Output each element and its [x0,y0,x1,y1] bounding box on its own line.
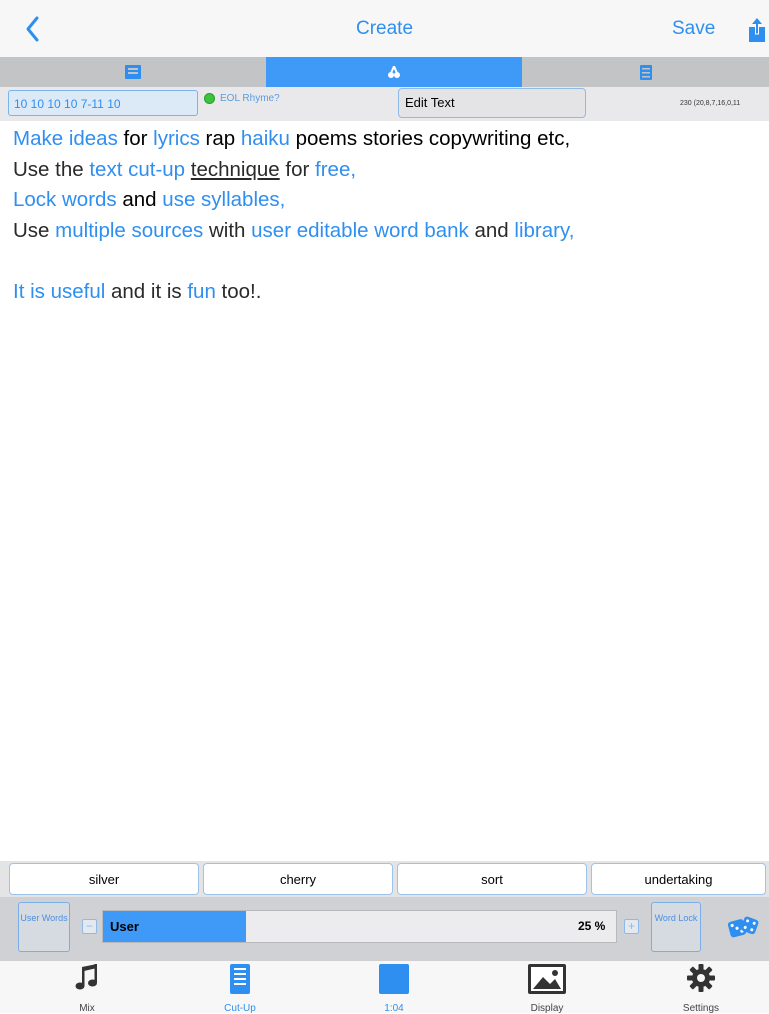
tab-display[interactable]: Display [487,960,607,1014]
syllable-counts: 230 (20,8,7,16,0,11 [680,100,741,107]
text-segment[interactable]: lyrics [153,127,200,150]
text-segment[interactable]: for [280,158,315,181]
toggle-dot-icon [204,93,215,104]
share-button[interactable] [748,18,766,44]
page-title: Create [355,18,414,39]
text-segment[interactable]: technique [191,158,280,181]
increase-button[interactable]: + [624,919,639,934]
slider-label: User [110,919,139,934]
music-note-icon [75,964,97,990]
text-segment[interactable]: multiple sources [55,219,203,242]
square-icon [379,964,409,994]
share-icon [749,18,765,42]
tab-timer[interactable]: 1:04 [334,960,454,1014]
mode-segmented-control [0,57,769,87]
text-segment[interactable]: haiku [241,127,290,150]
word-bank-item[interactable]: cherry [203,863,393,895]
text-segment[interactable]: Use [13,219,55,242]
word-bank-item[interactable]: sort [397,863,587,895]
text-line: It is useful and it is fun too!. [13,277,763,308]
text-segment[interactable]: and it is [105,280,187,303]
text-segment[interactable]: free, [315,158,356,181]
gear-icon [687,964,715,992]
save-button[interactable]: Save [672,18,715,40]
text-segment[interactable]: fun [187,280,216,303]
text-line: Lock words and use syllables, [13,185,763,216]
text-segment[interactable]: rap [200,127,241,150]
text-segment[interactable]: user editable word bank [251,219,469,242]
eol-rhyme-toggle[interactable]: EOL Rhyme? [204,93,280,104]
text-line: Use multiple sources with user editable … [13,216,763,277]
segment-list[interactable] [522,57,769,87]
segment-card[interactable] [0,57,266,87]
word-lock-button[interactable]: Word Lock [651,902,701,952]
dice-icon [727,916,759,938]
tab-settings[interactable]: Settings [641,960,761,1014]
user-words-button[interactable]: User Words [18,902,70,952]
tab-label: 1:04 [384,1003,404,1014]
tab-label: Display [530,1003,564,1014]
edit-text-button[interactable]: Edit Text [398,88,586,118]
scissors-icon [388,66,400,78]
text-segment[interactable]: use syllables, [162,188,285,211]
image-icon [528,964,566,994]
randomize-button[interactable] [726,908,760,942]
tab-cut-up[interactable]: Cut-Up [180,960,300,1014]
text-segment[interactable]: Lock words [13,188,117,211]
syllable-pattern-field[interactable]: 10 10 10 10 7-11 10 [8,90,198,116]
tab-label: Settings [682,1003,720,1014]
text-segment[interactable]: too!. [216,280,262,303]
text-segment[interactable]: and [469,219,515,242]
text-segment[interactable]: Use the [13,158,89,181]
slider-percent: 25 % [578,919,606,933]
tab-label: Mix [79,1003,95,1014]
document-icon [230,964,250,994]
text-segment[interactable]: Make ideas [13,127,118,150]
text-segment[interactable]: library, [514,219,574,242]
text-line: Use the text cut-up technique for free, [13,155,763,186]
list-icon [639,64,652,80]
eol-rhyme-label: EOL Rhyme? [220,93,280,104]
text-editor[interactable]: Make ideas for lyrics rap haiku poems st… [13,124,763,307]
text-segment[interactable]: text cut-up [89,158,185,181]
tab-mix[interactable]: Mix [27,960,147,1014]
segment-cut-up[interactable] [266,57,522,87]
text-line: Make ideas for lyrics rap haiku poems st… [13,124,763,155]
text-segment[interactable]: for [118,127,153,150]
word-bank-item[interactable]: silver [9,863,199,895]
text-segment[interactable]: with [203,219,251,242]
decrease-button[interactable]: − [82,919,97,934]
text-segment[interactable]: poems stories copywriting etc, [290,127,571,150]
tab-label: Cut-Up [224,1003,256,1014]
card-icon [125,65,141,79]
word-bank-item[interactable]: undertaking [591,863,766,895]
text-segment[interactable]: It is useful [13,280,105,303]
text-segment[interactable]: and [117,188,163,211]
